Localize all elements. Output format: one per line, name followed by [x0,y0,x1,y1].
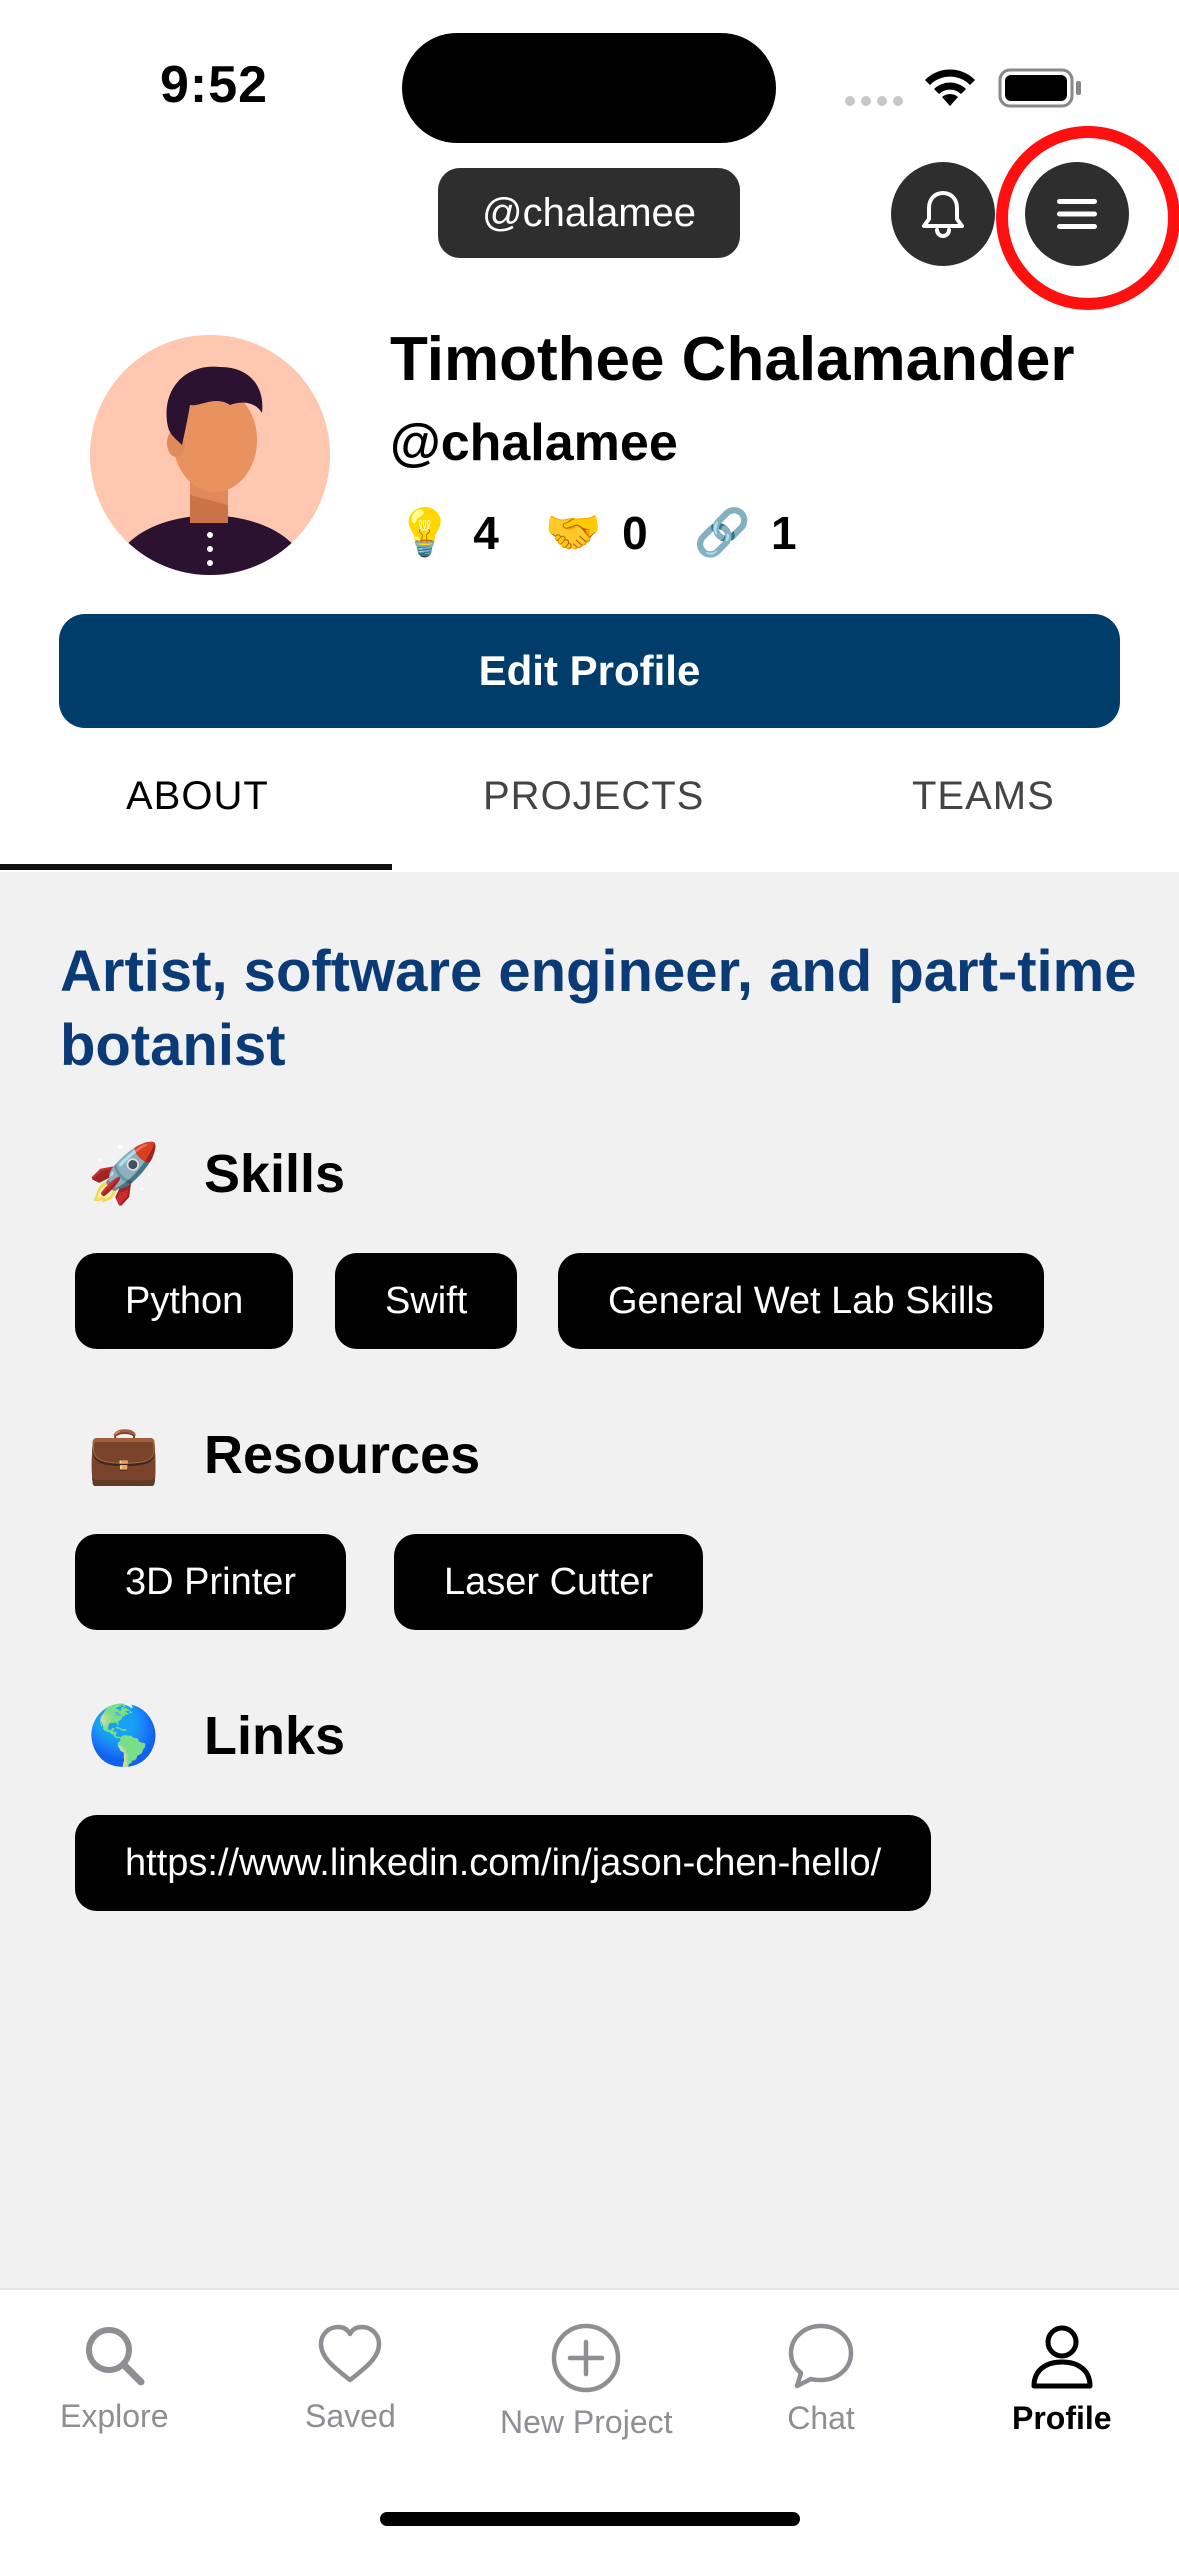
profile-bio: Artist, software engineer, and part-time… [60,939,1137,1078]
skill-chip-python[interactable]: Python [75,1253,294,1349]
briefcase-icon: 💼 [87,1422,161,1487]
nav-profile-label: Profile [1012,2400,1112,2436]
profile-tabs: ABOUT PROJECTS TEAMS [0,732,1179,872]
hamburger-menu-icon [1057,199,1097,229]
wifi-icon [925,69,975,106]
resource-chip-laser-cutter[interactable]: Laser Cutter [394,1534,704,1630]
search-icon [86,2327,145,2386]
heart-icon [319,2324,382,2383]
skill-chip-wet-lab[interactable]: General Wet Lab Skills [558,1253,1044,1349]
edit-profile-button[interactable]: Edit Profile [59,614,1120,728]
nav-profile[interactable]: Profile [1012,2320,1112,2437]
battery-icon [998,68,1081,108]
bell-icon [922,191,964,238]
stat-links-count: 1 [771,506,797,559]
notifications-button[interactable] [891,162,995,266]
handshake-icon: 🤝 [544,506,603,558]
avatar[interactable] [90,335,330,575]
nav-explore[interactable]: Explore [60,2320,169,2435]
nav-new-project[interactable]: New Project [500,2320,673,2441]
plus-circle-icon [552,2323,621,2393]
nav-chat[interactable]: Chat [785,2320,857,2437]
nav-chat-label: Chat [787,2400,855,2436]
globe-icon: 🌎 [87,1703,161,1768]
stat-ideas[interactable]: 💡 4 [396,505,499,560]
resources-title: Resources [204,1425,481,1485]
menu-button[interactable] [1025,162,1129,266]
resources-header: 💼 Resources [84,1421,480,1489]
cellular-signal-icon [845,96,903,106]
status-time: 9:52 [160,56,269,114]
skills-title: Skills [204,1144,346,1204]
tab-teams[interactable]: TEAMS [912,774,1055,819]
profile-name: Timothee Chalamander [390,325,1075,394]
profile-stats: 💡 4 🤝 0 🔗 1 [396,505,843,560]
links-title: Links [204,1706,346,1766]
links-header: 🌎 Links [84,1702,345,1770]
tab-about[interactable]: ABOUT [126,774,269,819]
skills-header: 🚀 Skills [84,1140,345,1208]
rocket-icon: 🚀 [87,1141,161,1206]
username-pill[interactable]: @chalamee [438,168,740,258]
link-chip-linkedin[interactable]: https://www.linkedin.com/in/jason-chen-h… [75,1815,932,1911]
home-indicator [380,2512,800,2526]
stat-collaborations[interactable]: 🤝 0 [545,505,648,560]
active-tab-indicator [0,864,392,870]
resource-chip-3d-printer[interactable]: 3D Printer [75,1534,347,1630]
chat-bubble-icon [788,2323,854,2389]
link-icon: 🔗 [693,506,752,558]
person-avatar-illustration [90,335,330,575]
tab-projects[interactable]: PROJECTS [483,774,704,819]
nav-explore-label: Explore [60,2398,169,2434]
stat-links[interactable]: 🔗 1 [694,505,797,560]
nav-saved[interactable]: Saved [305,2320,396,2435]
person-icon [1031,2325,1093,2389]
stat-collaborations-count: 0 [622,506,648,559]
dynamic-island [402,33,776,143]
stat-ideas-count: 4 [473,506,499,559]
skill-chip-swift[interactable]: Swift [335,1253,518,1349]
nav-saved-label: Saved [305,2398,396,2434]
nav-new-project-label: New Project [500,2404,673,2440]
lightbulb-icon: 💡 [396,506,454,558]
profile-handle: @chalamee [390,414,678,472]
